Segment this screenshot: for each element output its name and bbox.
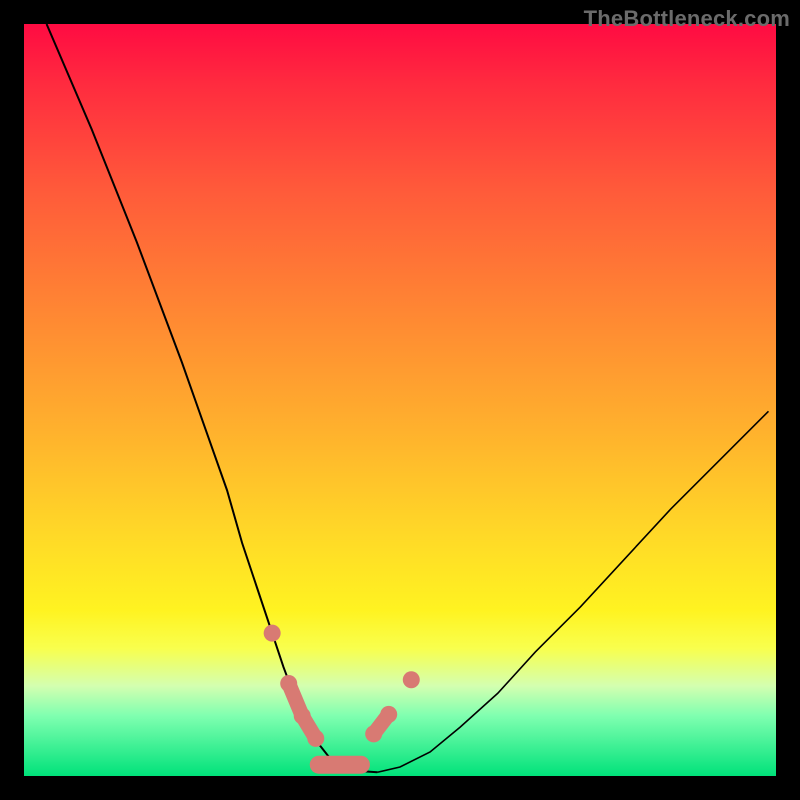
curve-right xyxy=(377,411,768,772)
marker-dot xyxy=(380,706,397,723)
marker-dot xyxy=(307,730,324,747)
chart-frame xyxy=(24,24,776,776)
curve-left xyxy=(47,24,378,772)
curve-group xyxy=(47,24,769,772)
valley-floor-band xyxy=(310,756,370,774)
marker-dot xyxy=(403,671,420,688)
marker-dot xyxy=(365,725,382,742)
marker-dot xyxy=(264,625,281,642)
marker-dot xyxy=(280,675,297,692)
marker-dot xyxy=(294,707,311,724)
bottleneck-plot xyxy=(24,24,776,776)
watermark-text: TheBottleneck.com xyxy=(584,6,790,32)
marker-group xyxy=(264,625,420,774)
